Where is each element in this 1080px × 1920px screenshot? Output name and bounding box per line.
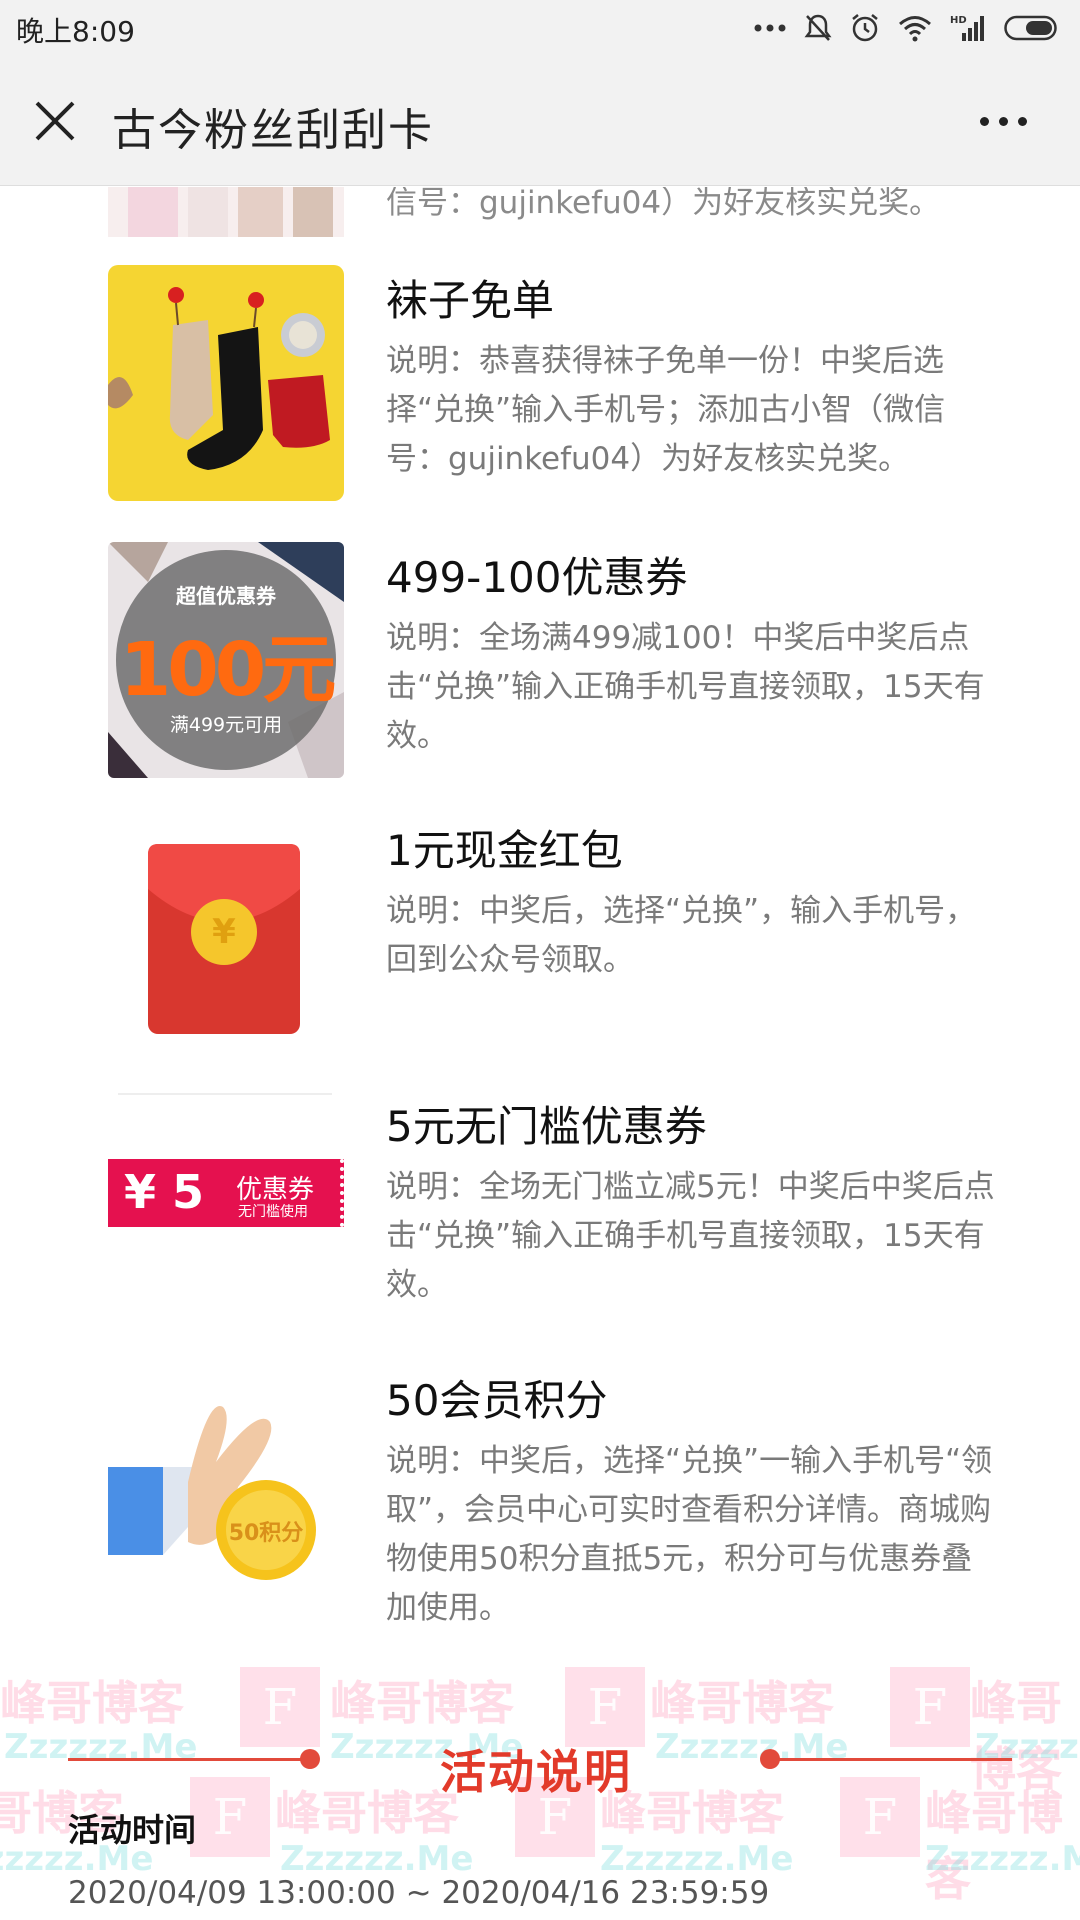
title-bar: 古今粉丝刮刮卡	[0, 56, 1080, 186]
prize-name: 5元无门槛优惠券	[386, 1102, 707, 1151]
mute-bell-icon	[804, 13, 832, 43]
status-time: 晚上8:09	[16, 15, 135, 48]
red-envelope-image: ¥	[148, 844, 300, 1034]
prize-name: 袜子免单	[386, 276, 555, 325]
prize-description: 说明：中奖后，选择“兑换”，输入手机号，回到公众号领取。	[386, 893, 977, 978]
more-dots-icon	[754, 23, 786, 33]
section-divider-dot-left	[300, 1749, 320, 1769]
prize-name: 1元现金红包	[386, 826, 623, 875]
activity-time-label: 活动时间	[68, 1811, 197, 1849]
status-icons: HD	[754, 12, 1060, 44]
coupon-5-image: ¥ 5 优惠券 无门槛使用	[108, 1159, 344, 1227]
prize-description: 说明：恭喜获得袜子免单一份！中奖后选择“兑换”输入手机号；添加古小智（微信号：g…	[386, 343, 946, 477]
prize-name: 50会员积分	[386, 1376, 608, 1425]
coupon-5-subtitle: 无门槛使用	[238, 1204, 308, 1220]
section-divider-right	[772, 1758, 1012, 1761]
page-title: 古今粉丝刮刮卡	[112, 105, 434, 156]
section-divider-left	[68, 1758, 308, 1761]
svg-text:HD: HD	[950, 15, 967, 26]
wifi-icon	[898, 14, 932, 42]
points-image: 50积分	[108, 1367, 344, 1603]
alarm-icon	[850, 13, 880, 43]
battery-icon	[1004, 15, 1060, 41]
coupon-divider	[118, 1093, 332, 1095]
section-title: 活动说明	[440, 1745, 632, 1799]
points-coin-text: 50积分	[228, 1521, 304, 1546]
more-button[interactable]	[980, 111, 1040, 131]
coupon-top-text: 超值优惠券	[176, 584, 276, 608]
close-button[interactable]	[30, 96, 80, 146]
prize-name: 499-100优惠券	[386, 553, 688, 602]
coupon-amount-text: 100元	[119, 627, 336, 713]
coupon-bottom-text: 满499元可用	[169, 714, 283, 736]
close-icon	[35, 101, 75, 141]
coupon-5-amount: ¥ 5	[124, 1165, 205, 1219]
prize-list[interactable]: 信号：gujinkefu04）为好友核实兑奖。 袜子免单 说明：恭喜获得袜子免单…	[0, 187, 1080, 1920]
hd-signal-icon: HD	[950, 13, 986, 43]
activity-time-value: 2020/04/09 13:00:00 ~ 2020/04/16 23:59:5…	[68, 1875, 770, 1911]
yuan-symbol: ¥	[212, 912, 236, 952]
prize-description: 说明：中奖后，选择“兑换”一输入手机号“领取”，会员中心可实时查看积分详情。商城…	[386, 1443, 993, 1626]
prize-description: 信号：gujinkefu04）为好友核实兑奖。	[386, 187, 941, 221]
coupon-100-image: 超值优惠券 100元 满499元可用	[108, 542, 344, 778]
prize-description: 说明：全场满499减100！中奖后中奖后点击“兑换”输入正确手机号直接领取，15…	[386, 620, 985, 754]
status-bar: 晚上8:09 HD	[0, 0, 1080, 56]
more-icon	[980, 116, 989, 126]
socks-image	[108, 265, 344, 501]
prize-description: 说明：全场无门槛立减5元！中奖后中奖后点击“兑换”输入正确手机号直接领取，15天…	[386, 1169, 995, 1303]
